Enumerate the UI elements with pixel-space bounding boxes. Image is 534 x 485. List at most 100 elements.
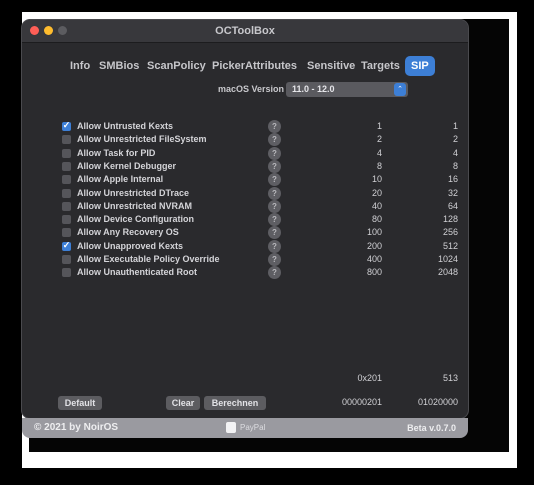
help-icon[interactable]: ? bbox=[268, 253, 281, 266]
sip-option-row: Allow Apple Internal? 10 16 bbox=[22, 173, 468, 187]
up-down-chevron-icon: ⌃ bbox=[394, 83, 406, 96]
macos-version-row: macOS Version 11.0 - 12.0 ⌃ bbox=[22, 82, 468, 98]
sip-option-row: Allow Task for PID? 4 4 bbox=[22, 146, 468, 161]
sip-option-row: ✓ Allow Unapproved Kexts? 200 512 bbox=[22, 239, 468, 254]
sip-option-row: ✓ Allow Untrusted Kexts? 1 1 bbox=[22, 120, 468, 134]
help-icon[interactable]: ? bbox=[268, 120, 281, 133]
sip-option-label: Allow Unrestricted NVRAM bbox=[77, 200, 193, 211]
sip-option-checkbox[interactable] bbox=[62, 175, 71, 185]
help-icon[interactable]: ? bbox=[268, 239, 281, 253]
sip-option-checkbox[interactable] bbox=[62, 148, 71, 158]
sip-option-decimal-value: 16 bbox=[447, 174, 458, 185]
sip-option-decimal-value: 1 bbox=[452, 121, 458, 131]
tab-smbios[interactable]: SMBios bbox=[96, 56, 142, 76]
tab-scanpolicy[interactable]: ScanPolicy bbox=[144, 56, 209, 76]
sip-option-checkbox[interactable] bbox=[62, 161, 71, 171]
help-icon[interactable]: ? bbox=[268, 173, 281, 187]
sip-option-row: Allow Unrestricted DTrace? 20 32 bbox=[22, 186, 468, 201]
sip-option-checkbox[interactable]: ✓ bbox=[62, 120, 71, 131]
sip-option-label: Allow Any Recovery OS bbox=[77, 227, 179, 238]
macos-version-label: macOS Version bbox=[218, 84, 285, 94]
sip-option-decimal-value: 2048 bbox=[437, 267, 458, 278]
sip-option-hex-value: 10 bbox=[371, 174, 382, 185]
result-hex: 0x201 bbox=[357, 373, 382, 383]
sip-option-row: Allow Any Recovery OS? 100 256 bbox=[22, 226, 468, 240]
title-bar[interactable]: OCToolBox bbox=[22, 20, 468, 43]
sip-option-checkbox[interactable] bbox=[62, 188, 71, 198]
help-icon[interactable]: ? bbox=[268, 266, 281, 280]
help-icon[interactable]: ? bbox=[268, 133, 281, 147]
app-version: Beta v.0.7.0 bbox=[407, 423, 456, 433]
sip-option-hex-value: 8 bbox=[376, 160, 382, 171]
tab-sensitive[interactable]: Sensitive bbox=[304, 56, 358, 76]
sip-option-label: Allow Device Configuration bbox=[77, 214, 195, 225]
copyright-text: © 2021 by NoirOS bbox=[34, 422, 119, 433]
sip-option-label: Allow Task for PID bbox=[77, 147, 156, 158]
help-icon[interactable]: ? bbox=[268, 199, 281, 213]
octoolbox-window: OCToolBox Info SMBios ScanPolicy PickerA… bbox=[22, 20, 468, 418]
result-hex-padded: 00000201 bbox=[341, 397, 382, 407]
paypal-link[interactable]: PayPal bbox=[240, 423, 265, 432]
sip-option-checkbox[interactable] bbox=[62, 255, 71, 264]
sip-option-label: Allow Apple Internal bbox=[77, 174, 164, 185]
sip-option-row: Allow Unrestricted NVRAM? 40 64 bbox=[22, 199, 468, 214]
sip-option-label: Allow Kernel Debugger bbox=[77, 160, 177, 171]
tab-pickerattributes[interactable]: PickerAttributes bbox=[209, 56, 300, 76]
macos-version-value: 11.0 - 12.0 bbox=[292, 84, 335, 94]
sip-option-row: Allow Executable Policy Override? 400 1024 bbox=[22, 253, 468, 267]
sip-option-label: Allow Unrestricted DTrace bbox=[77, 187, 190, 198]
sip-option-label: Allow Unapproved Kexts bbox=[77, 240, 184, 251]
help-icon[interactable]: ? bbox=[268, 186, 281, 200]
sip-option-row: Allow Kernel Debugger? 8 8 bbox=[22, 159, 468, 174]
sip-option-checkbox[interactable] bbox=[62, 268, 71, 278]
sip-option-label: Allow Unauthenticated Root bbox=[77, 267, 197, 278]
sip-option-decimal-value: 8 bbox=[452, 160, 458, 171]
tab-targets[interactable]: Targets bbox=[358, 56, 403, 76]
sip-option-checkbox[interactable]: ✓ bbox=[62, 239, 71, 251]
sip-option-row: Allow Unrestricted FileSystem? 2 2 bbox=[22, 133, 468, 147]
sip-option-checkbox[interactable] bbox=[62, 228, 71, 238]
sip-option-decimal-value: 256 bbox=[442, 227, 458, 238]
sip-option-hex-value: 200 bbox=[366, 240, 382, 251]
sip-option-hex-value: 80 bbox=[371, 214, 382, 225]
sip-option-hex-value: 40 bbox=[371, 200, 382, 211]
sip-option-hex-value: 800 bbox=[366, 267, 382, 278]
sip-option-checkbox[interactable] bbox=[62, 201, 71, 211]
paypal-icon[interactable] bbox=[226, 422, 236, 433]
tab-bar: Info SMBios ScanPolicy PickerAttributes … bbox=[22, 56, 468, 76]
sip-option-label: Allow Untrusted Kexts bbox=[77, 121, 174, 131]
result-bytes: 01020000 bbox=[417, 397, 458, 407]
result-row: 0x201 513 bbox=[22, 372, 468, 386]
sip-option-hex-value: 100 bbox=[366, 227, 382, 238]
clear-button[interactable]: Clear bbox=[166, 396, 200, 410]
window-title: OCToolBox bbox=[215, 25, 275, 37]
sip-option-decimal-value: 32 bbox=[447, 187, 458, 198]
sip-option-decimal-value: 2 bbox=[452, 134, 458, 145]
help-icon[interactable]: ? bbox=[268, 213, 281, 227]
sip-option-hex-value: 2 bbox=[376, 134, 382, 145]
tab-sip[interactable]: SIP bbox=[405, 56, 435, 76]
sip-option-checkbox[interactable] bbox=[62, 135, 71, 145]
sip-option-decimal-value: 64 bbox=[447, 200, 458, 211]
help-icon[interactable]: ? bbox=[268, 146, 281, 160]
help-icon[interactable]: ? bbox=[268, 226, 281, 240]
sip-option-hex-value: 400 bbox=[366, 254, 382, 264]
sip-option-row: Allow Unauthenticated Root? 800 2048 bbox=[22, 266, 468, 280]
macos-version-select[interactable]: 11.0 - 12.0 ⌃ bbox=[286, 82, 408, 97]
sip-option-checkbox[interactable] bbox=[62, 215, 71, 225]
tab-info[interactable]: Info bbox=[67, 56, 93, 76]
checkmark-icon: ✓ bbox=[62, 120, 71, 130]
sip-option-row: Allow Device Configuration? 80 128 bbox=[22, 213, 468, 227]
checkmark-icon: ✓ bbox=[62, 239, 71, 250]
help-icon[interactable]: ? bbox=[268, 159, 281, 173]
footer-bar: © 2021 by NoirOS PayPal Beta v.0.7.0 bbox=[22, 418, 468, 438]
sip-option-hex-value: 20 bbox=[371, 187, 382, 198]
berechnen-button[interactable]: Berechnen bbox=[204, 396, 266, 410]
result-decimal: 513 bbox=[442, 373, 458, 383]
sip-option-decimal-value: 1024 bbox=[437, 254, 458, 264]
sip-option-hex-value: 4 bbox=[376, 147, 382, 158]
default-button[interactable]: Default bbox=[58, 396, 102, 410]
button-row: Default Clear Berechnen 00000201 0102000… bbox=[22, 396, 468, 412]
sip-option-label: Allow Executable Policy Override bbox=[77, 254, 220, 264]
sip-option-decimal-value: 512 bbox=[442, 240, 458, 251]
